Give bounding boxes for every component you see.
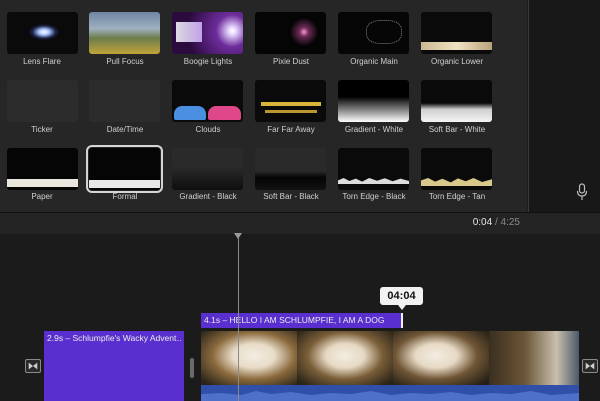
video-frame <box>297 331 393 386</box>
title-thumb-organic-lower[interactable] <box>421 12 492 54</box>
video-frame <box>201 331 297 386</box>
title-label: Soft Bar - White <box>428 125 486 134</box>
title-thumb-date-time[interactable] <box>89 80 160 122</box>
title-label: Gradient - White <box>344 125 404 134</box>
title-thumb-gradient-white[interactable] <box>338 80 409 122</box>
title-thumb-ticker[interactable] <box>7 80 78 122</box>
title-label: Pixie Dust <box>272 57 309 66</box>
title-label: Organic Main <box>350 57 398 66</box>
title-thumb-torn-edge-tan[interactable] <box>421 148 492 190</box>
current-time: 0:04 <box>472 217 493 228</box>
title-label: Lens Flare <box>23 57 61 66</box>
title-label: Date/Time <box>106 125 144 134</box>
title-label: Torn Edge - Tan <box>428 192 486 201</box>
title-clip[interactable]: 2.9s – Schlumpfie's Wacky Advent… <box>44 331 184 401</box>
caption-title-clip[interactable]: 4.1s – HELLO I AM SCHLUMPFIE, I AM A DOG <box>201 313 403 328</box>
title-thumb-pixie-dust[interactable] <box>255 12 326 54</box>
title-thumb-lens-flare[interactable] <box>7 12 78 54</box>
transition-icon[interactable] <box>582 359 598 373</box>
title-thumb-gradient-black[interactable] <box>172 148 243 190</box>
title-thumb-soft-bar-black[interactable] <box>255 148 326 190</box>
audio-waveform <box>201 385 579 401</box>
playhead-handle[interactable] <box>234 233 242 239</box>
clip-trim-handle[interactable] <box>190 358 194 378</box>
title-thumb-formal[interactable] <box>86 145 163 193</box>
title-label: Formal <box>112 192 138 201</box>
title-label: Soft Bar - Black <box>263 192 319 201</box>
title-label: Pull Focus <box>106 57 144 66</box>
skimmer-pointer <box>398 305 406 310</box>
title-label: Clouds <box>195 125 221 134</box>
transition-icon[interactable] <box>25 359 41 373</box>
titles-browser: Lens Flare Pull Focus Boogie Lights Pixi… <box>0 0 527 212</box>
title-thumb-organic-main[interactable] <box>338 12 409 54</box>
title-label: Ticker <box>31 125 53 134</box>
skimmer-time-badge: 04:04 <box>380 287 423 305</box>
title-label: Boogie Lights <box>183 57 233 66</box>
title-thumb-torn-edge-black[interactable] <box>338 148 409 190</box>
title-thumb-soft-bar-white[interactable] <box>421 80 492 122</box>
viewer-panel <box>528 0 600 212</box>
playhead[interactable] <box>238 234 239 401</box>
time-separator: / <box>494 217 498 228</box>
title-label: Paper <box>31 192 53 201</box>
title-label: Gradient - Black <box>179 192 237 201</box>
microphone-icon[interactable] <box>576 183 588 201</box>
title-clip-label: 2.9s – Schlumpfie's Wacky Advent… <box>47 333 181 343</box>
total-duration: 4:25 <box>500 217 520 228</box>
title-thumb-boogie-lights[interactable] <box>172 12 243 54</box>
title-label: Torn Edge - Black <box>342 192 406 201</box>
video-frame <box>393 331 489 386</box>
title-thumb-paper[interactable] <box>7 148 78 190</box>
video-frame <box>489 331 579 386</box>
timecode-display: 0:04 / 4:25 <box>473 217 520 228</box>
title-thumb-clouds[interactable] <box>172 80 243 122</box>
title-label: Far Far Away <box>267 125 315 134</box>
title-label: Organic Lower <box>430 57 484 66</box>
caption-clip-label: 4.1s – HELLO I AM SCHLUMPFIE, I AM A DOG <box>204 315 385 325</box>
title-thumb-far-far-away[interactable] <box>255 80 326 122</box>
title-thumb-pull-focus[interactable] <box>89 12 160 54</box>
